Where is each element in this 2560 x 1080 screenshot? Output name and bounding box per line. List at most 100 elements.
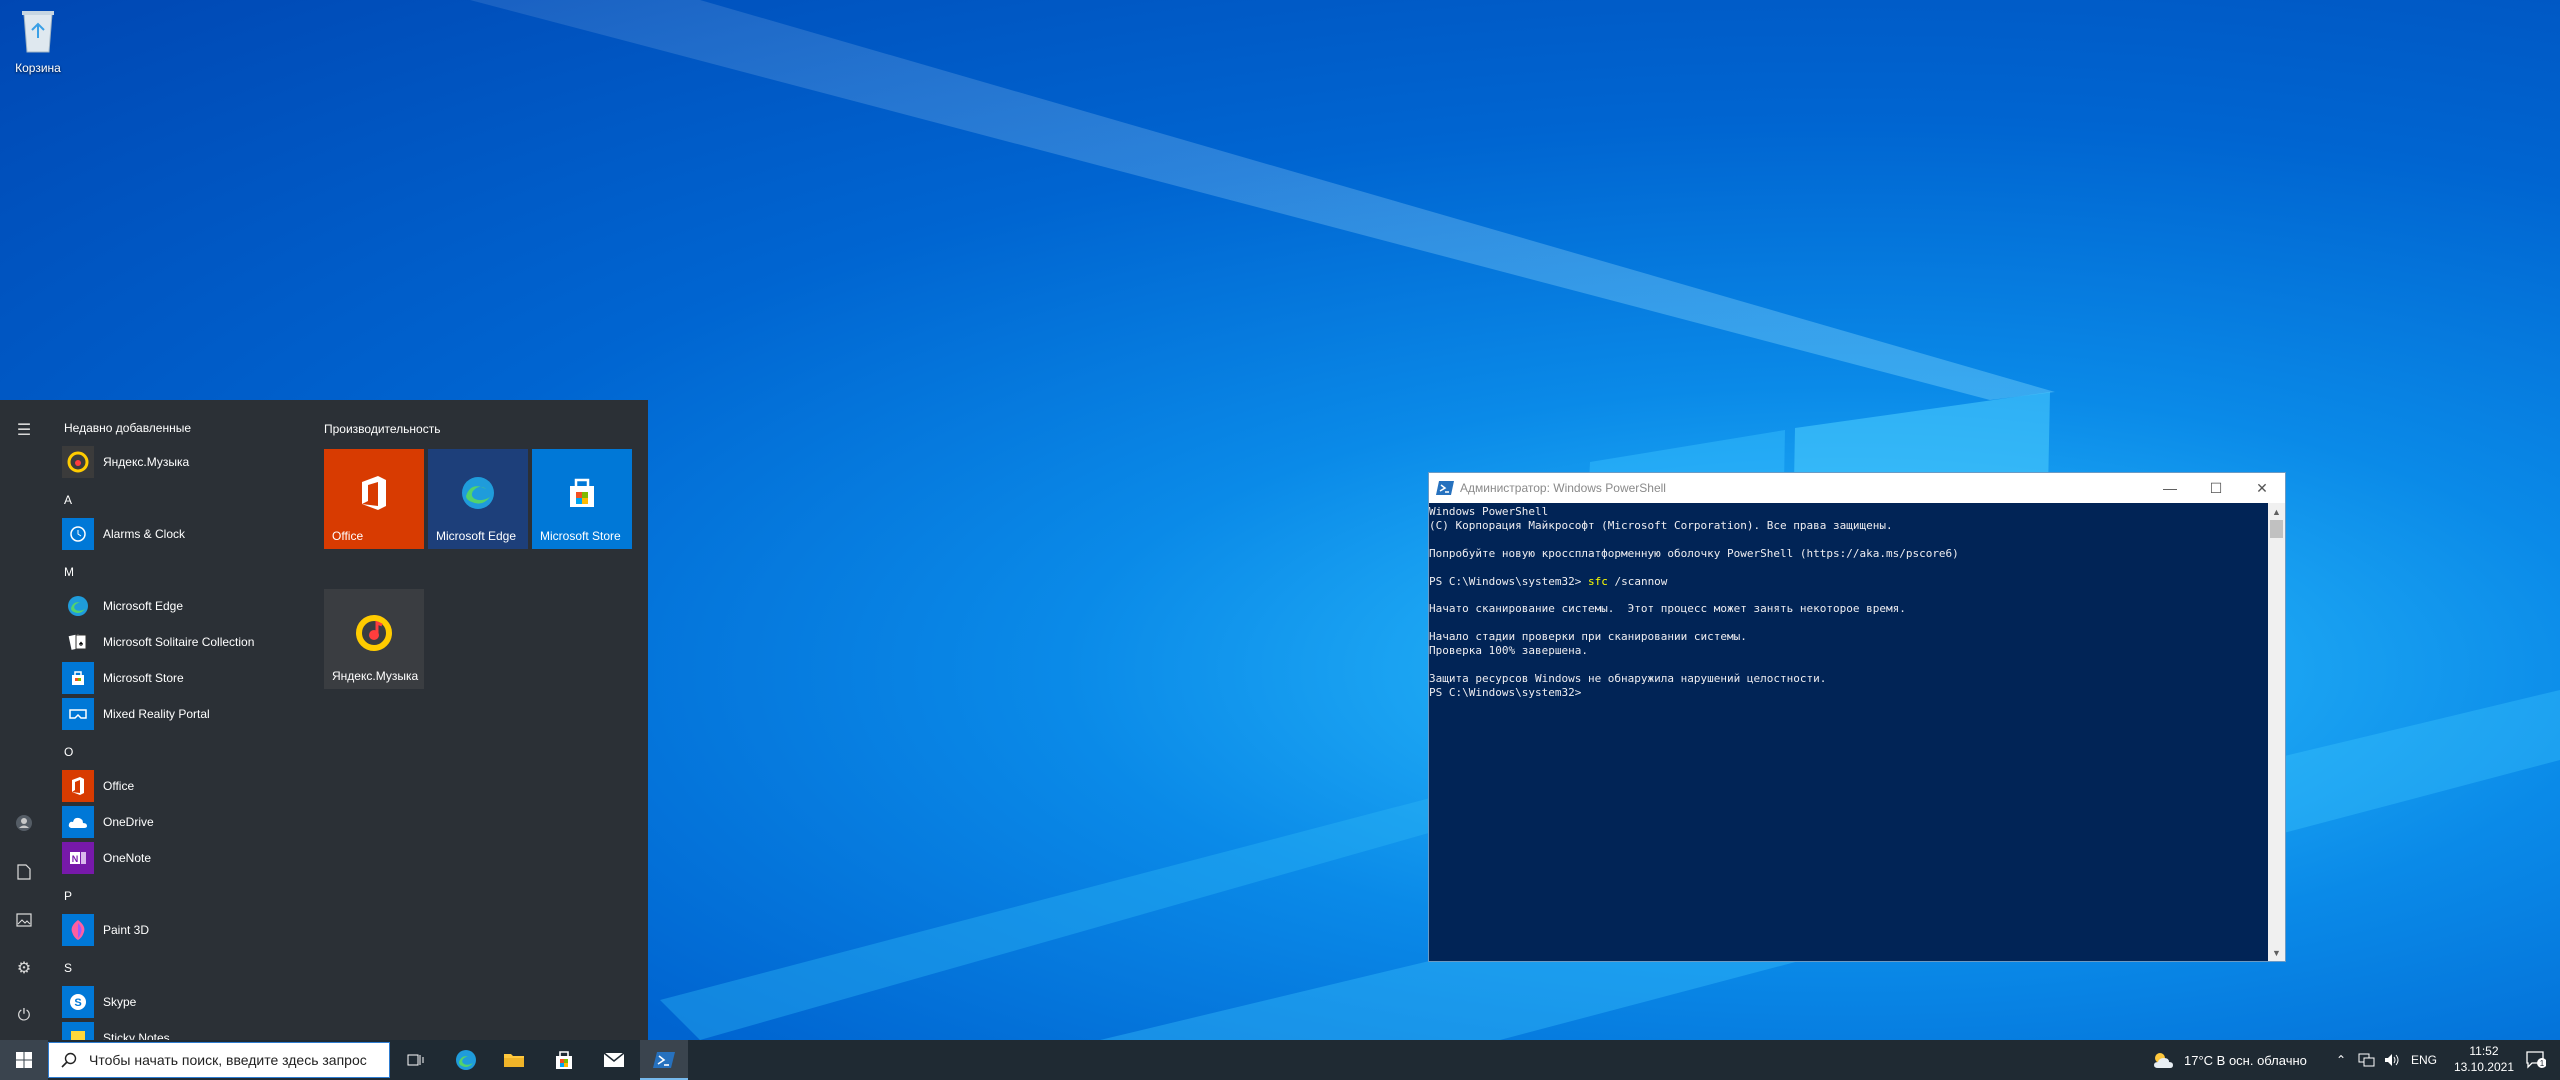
app-label: OneDrive <box>103 815 154 829</box>
taskbar-powershell-button[interactable] <box>640 1040 688 1080</box>
mail-icon <box>603 1052 625 1067</box>
app-label: OneNote <box>103 851 152 865</box>
maximize-button[interactable]: ☐ <box>2193 473 2239 503</box>
list-item-sticky-notes[interactable]: Sticky Notes <box>62 1022 302 1040</box>
start-button[interactable] <box>0 1040 48 1080</box>
search-icon <box>49 1052 89 1068</box>
tile-label: Microsoft Edge <box>436 529 517 543</box>
recycle-bin-label: Корзина <box>15 61 61 75</box>
app-label: Paint 3D <box>103 923 150 937</box>
scroll-down-arrow-icon[interactable]: ▼ <box>2268 944 2285 961</box>
recently-added-title: Недавно добавленные <box>64 421 192 435</box>
scroll-thumb[interactable] <box>2270 520 2283 538</box>
console-line: Windows PowerShell <box>1429 505 1549 518</box>
skype-icon: S <box>62 986 94 1018</box>
network-icon[interactable] <box>2358 1040 2376 1080</box>
prompt: PS C:\Windows\system32> <box>1429 574 1588 588</box>
close-button[interactable]: ✕ <box>2239 473 2285 503</box>
office-icon <box>362 476 386 510</box>
paint-3d-icon <box>62 914 94 946</box>
tile-yandex-music[interactable]: Яндекс.Музыка <box>324 589 424 689</box>
list-item-mixed-reality[interactable]: Mixed Reality Portal <box>62 698 302 730</box>
hamburger-icon[interactable]: ☰ <box>12 418 36 442</box>
powershell-window[interactable]: Администратор: Windows PowerShell — ☐ ✕ … <box>1428 472 2286 962</box>
notification-count: 1 <box>2540 1059 2545 1068</box>
task-view-button[interactable] <box>392 1040 440 1080</box>
scroll-up-arrow-icon[interactable]: ▲ <box>2268 503 2285 520</box>
taskbar: Чтобы начать поиск, введите здесь запрос… <box>0 1040 2560 1080</box>
pictures-icon[interactable] <box>12 908 36 932</box>
list-item-microsoft-edge[interactable]: Microsoft Edge <box>62 590 302 622</box>
recycle-bin-desktop-icon[interactable]: Корзина <box>6 6 70 75</box>
clock-date: 13.10.2021 <box>2453 1060 2514 1074</box>
console-line: Начато сканирование системы. Этот процес… <box>1429 602 1906 616</box>
window-titlebar[interactable]: Администратор: Windows PowerShell — ☐ ✕ <box>1429 473 2285 503</box>
list-item-onenote[interactable]: N OneNote <box>62 842 302 874</box>
power-icon[interactable]: ⏻ <box>12 1004 36 1028</box>
notification-icon: 1 <box>2526 1051 2546 1069</box>
settings-gear-icon[interactable]: ⚙ <box>12 956 36 980</box>
list-item-alarms-clock[interactable]: Alarms & Clock <box>62 518 302 550</box>
command-argument: /scannow <box>1607 574 1668 588</box>
taskbar-search-box[interactable]: Чтобы начать поиск, введите здесь запрос <box>48 1042 390 1078</box>
tile-label: Office <box>332 529 364 543</box>
vertical-scrollbar[interactable]: ▲ ▼ <box>2268 503 2285 961</box>
list-item-paint-3d[interactable]: Paint 3D <box>62 914 302 946</box>
letter-header-m[interactable]: M <box>64 565 74 579</box>
solitaire-cards-icon: ♠ <box>62 626 94 658</box>
tiles-area: Производительность Office Microsoft Edge… <box>324 400 644 1040</box>
alarm-clock-icon <box>62 518 94 550</box>
list-item-microsoft-store[interactable]: Microsoft Store <box>62 662 302 694</box>
yandex-music-icon <box>62 446 94 478</box>
edge-icon <box>456 1050 476 1070</box>
clock-time: 11:52 <box>2469 1044 2499 1058</box>
input-language-indicator[interactable]: ENG <box>2411 1040 2437 1080</box>
action-center-button[interactable]: 1 <box>2512 1040 2560 1080</box>
volume-icon[interactable] <box>2384 1040 2400 1080</box>
console-output[interactable]: Windows PowerShell (C) Корпорация Майкрос… <box>1429 503 2268 961</box>
productivity-group-title[interactable]: Производительность <box>324 422 440 436</box>
start-rail: ☰ ⚙ ⏻ <box>0 400 48 1040</box>
powershell-icon <box>653 1052 675 1068</box>
letter-header-s[interactable]: S <box>64 961 72 975</box>
powershell-icon <box>1436 481 1454 495</box>
taskbar-store-button[interactable] <box>540 1040 588 1080</box>
documents-icon[interactable] <box>12 860 36 884</box>
letter-header-a[interactable]: A <box>64 493 72 507</box>
letter-header-p[interactable]: P <box>64 889 72 903</box>
weather-text: 17°C В осн. облачно <box>2184 1052 2307 1068</box>
tile-office[interactable]: Office <box>324 449 424 549</box>
letter-header-o[interactable]: O <box>64 745 73 759</box>
taskbar-mail-button[interactable] <box>590 1040 638 1080</box>
mixed-reality-headset-icon <box>62 698 94 730</box>
list-item-office[interactable]: Office <box>62 770 302 802</box>
tile-microsoft-edge[interactable]: Microsoft Edge <box>428 449 528 549</box>
taskbar-explorer-button[interactable] <box>490 1040 538 1080</box>
folder-icon <box>504 1054 524 1067</box>
store-bag-icon <box>570 478 594 507</box>
app-label: Skype <box>103 995 137 1009</box>
minimize-button[interactable]: — <box>2147 473 2193 503</box>
tile-label: Яндекс.Музыка <box>332 669 419 683</box>
taskbar-clock[interactable]: 11:52 13.10.2021 <box>2454 1043 2514 1075</box>
tile-label: Microsoft Store <box>540 529 621 543</box>
user-avatar-icon[interactable] <box>12 811 36 835</box>
list-item-solitaire[interactable]: ♠ Microsoft Solitaire Collection <box>62 626 302 658</box>
list-item-onedrive[interactable]: OneDrive <box>62 806 302 838</box>
edge-icon <box>462 477 494 509</box>
console-line: Защита ресурсов Windows не обнаружила на… <box>1429 671 1827 685</box>
app-label: Microsoft Edge <box>103 599 184 613</box>
list-item-yandex-music[interactable]: Яндекс.Музыка <box>62 446 302 478</box>
show-hidden-icons-button[interactable]: ⌃ <box>2336 1040 2346 1080</box>
command: sfc <box>1587 574 1608 588</box>
edge-icon <box>62 590 94 622</box>
list-item-skype[interactable]: S Skype <box>62 986 302 1018</box>
start-menu: ☰ ⚙ ⏻ Недавно добавленные Яндекс.Музыка … <box>0 400 648 1040</box>
tile-microsoft-store[interactable]: Microsoft Store <box>532 449 632 549</box>
taskbar-edge-button[interactable] <box>442 1040 490 1080</box>
weather-widget[interactable]: 17°C В осн. облачно <box>2152 1040 2307 1080</box>
